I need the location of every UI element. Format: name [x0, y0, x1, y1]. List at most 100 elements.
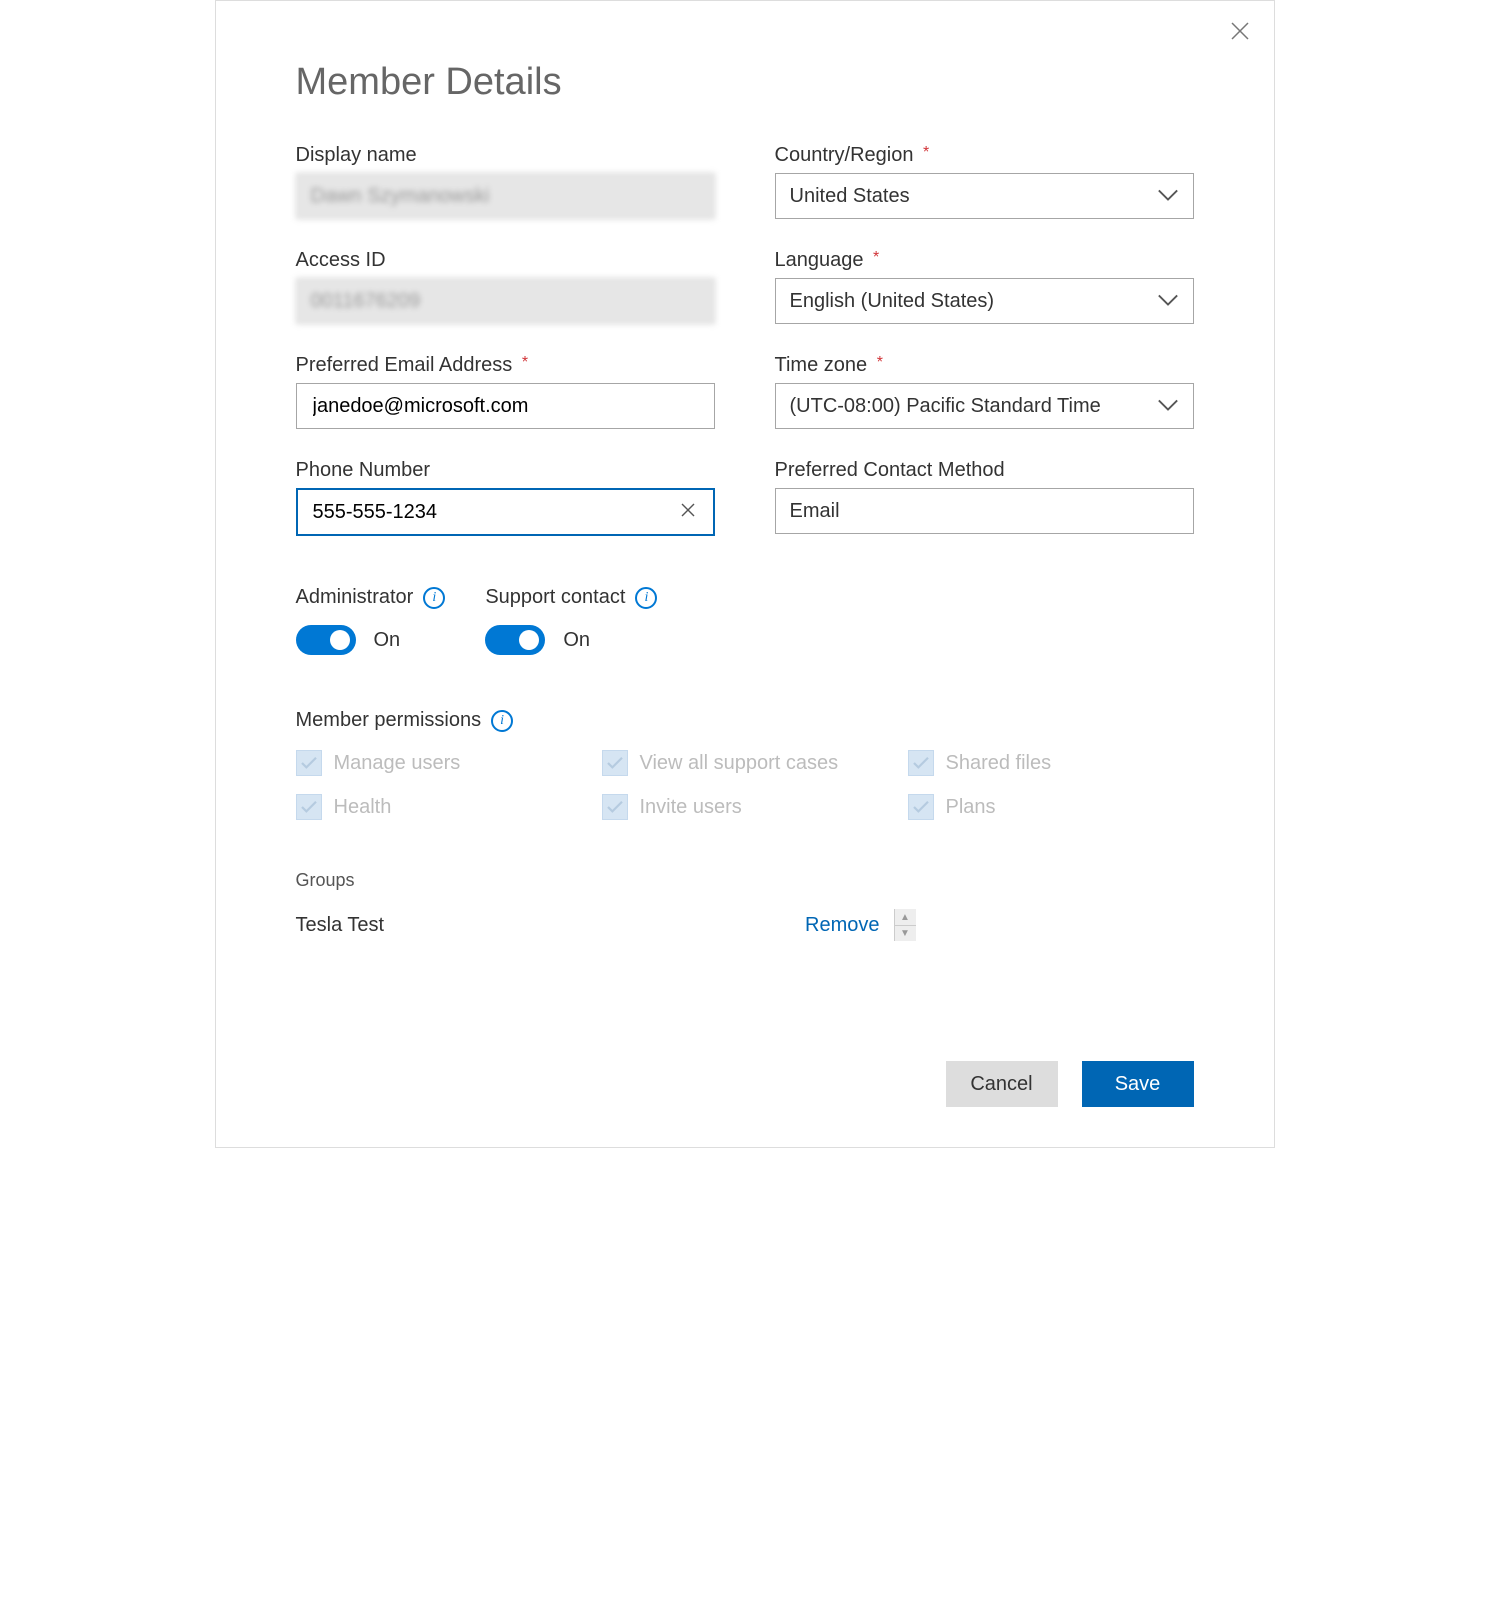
- required-marker: *: [923, 144, 929, 161]
- permission-label: Plans: [946, 796, 996, 819]
- language-label: Language *: [775, 249, 1194, 272]
- permission-item: Shared files: [908, 750, 1194, 776]
- support-contact-toggle-block: Support contact i On: [485, 586, 657, 655]
- timezone-value: (UTC-08:00) Pacific Standard Time: [790, 395, 1101, 418]
- display-name-value: Dawn Szymanowski: [311, 185, 490, 208]
- permission-checkbox: [908, 750, 934, 776]
- chevron-down-icon: [1157, 290, 1179, 313]
- stepper-up[interactable]: ▲: [895, 909, 916, 925]
- contact-method-label: Preferred Contact Method: [775, 459, 1194, 482]
- timezone-label: Time zone *: [775, 354, 1194, 377]
- required-marker: *: [877, 354, 883, 371]
- check-icon: [912, 756, 930, 770]
- phone-label: Phone Number: [296, 459, 715, 482]
- language-value: English (United States): [790, 290, 995, 313]
- field-contact-method: Preferred Contact Method Email: [775, 459, 1194, 536]
- country-select[interactable]: United States: [775, 173, 1194, 219]
- permission-item: Invite users: [602, 794, 888, 820]
- required-marker: *: [522, 354, 528, 371]
- clear-icon: [680, 502, 696, 518]
- permission-label: Invite users: [640, 796, 742, 819]
- info-icon[interactable]: i: [491, 710, 513, 732]
- required-marker: *: [873, 249, 879, 266]
- support-contact-label: Support contact: [485, 586, 625, 609]
- chevron-down-icon: [1157, 395, 1179, 418]
- close-button[interactable]: [1228, 19, 1252, 43]
- contact-method-select[interactable]: Email: [775, 488, 1194, 534]
- save-button[interactable]: Save: [1082, 1061, 1194, 1107]
- support-contact-toggle[interactable]: [485, 625, 545, 655]
- permission-item: View all support cases: [602, 750, 888, 776]
- group-row: Tesla Test Remove ▲▼: [296, 909, 916, 941]
- remove-group-link[interactable]: Remove: [805, 914, 879, 937]
- field-access-id: Access ID 0011676209: [296, 249, 715, 324]
- permission-checkbox: [908, 794, 934, 820]
- country-label-text: Country/Region: [775, 144, 914, 166]
- support-contact-caption: Support contact i: [485, 586, 657, 609]
- check-icon: [606, 800, 624, 814]
- administrator-state: On: [374, 629, 401, 652]
- administrator-toggle[interactable]: [296, 625, 356, 655]
- clear-phone-button[interactable]: [676, 502, 700, 523]
- phone-input-wrapper[interactable]: [296, 488, 715, 536]
- permission-checkbox: [296, 750, 322, 776]
- access-id-label: Access ID: [296, 249, 715, 272]
- stepper-down[interactable]: ▼: [895, 925, 916, 941]
- check-icon: [300, 756, 318, 770]
- administrator-label: Administrator: [296, 586, 414, 609]
- access-id-input: 0011676209: [296, 278, 715, 324]
- dialog-footer: Cancel Save: [296, 1061, 1194, 1107]
- close-icon: [1228, 19, 1252, 43]
- language-select[interactable]: English (United States): [775, 278, 1194, 324]
- permission-label: Manage users: [334, 752, 461, 775]
- access-id-value: 0011676209: [311, 290, 421, 313]
- administrator-caption: Administrator i: [296, 586, 446, 609]
- contact-method-value: Email: [790, 500, 840, 523]
- permissions-grid: Manage users View all support cases Shared…: [296, 750, 1194, 820]
- info-icon[interactable]: i: [423, 587, 445, 609]
- groups-list: Tesla Test Remove ▲▼: [296, 909, 1194, 941]
- field-display-name: Display name Dawn Szymanowski: [296, 144, 715, 219]
- permissions-label-text: Member permissions: [296, 709, 482, 732]
- administrator-toggle-block: Administrator i On: [296, 586, 446, 655]
- field-language: Language * English (United States): [775, 249, 1194, 324]
- email-label: Preferred Email Address *: [296, 354, 715, 377]
- field-phone: Phone Number: [296, 459, 715, 536]
- country-value: United States: [790, 185, 910, 208]
- permission-item: Health: [296, 794, 582, 820]
- permission-checkbox: [602, 750, 628, 776]
- check-icon: [300, 800, 318, 814]
- permission-item: Manage users: [296, 750, 582, 776]
- permission-label: Shared files: [946, 752, 1052, 775]
- page-title: Member Details: [296, 61, 1194, 104]
- member-details-dialog: Member Details Display name Dawn Szymano…: [215, 0, 1275, 1148]
- chevron-down-icon: [1157, 185, 1179, 208]
- permission-item: Plans: [908, 794, 1194, 820]
- email-input-wrapper[interactable]: [296, 383, 715, 429]
- cancel-button[interactable]: Cancel: [946, 1061, 1058, 1107]
- info-icon[interactable]: i: [635, 587, 657, 609]
- display-name-input: Dawn Szymanowski: [296, 173, 715, 219]
- email-input[interactable]: [311, 394, 700, 419]
- language-label-text: Language: [775, 249, 864, 271]
- permission-label: View all support cases: [640, 752, 839, 775]
- field-timezone: Time zone * (UTC-08:00) Pacific Standard…: [775, 354, 1194, 429]
- toggles-row: Administrator i On Support contact i On: [296, 586, 1194, 655]
- form-grid: Display name Dawn Szymanowski Country/Re…: [296, 144, 1194, 536]
- display-name-label: Display name: [296, 144, 715, 167]
- check-icon: [912, 800, 930, 814]
- phone-input[interactable]: [311, 500, 676, 525]
- country-label: Country/Region *: [775, 144, 1194, 167]
- timezone-select[interactable]: (UTC-08:00) Pacific Standard Time: [775, 383, 1194, 429]
- groups-label: Groups: [296, 870, 1194, 891]
- email-label-text: Preferred Email Address: [296, 354, 513, 376]
- permissions-section-label: Member permissions i: [296, 709, 1194, 732]
- field-country: Country/Region * United States: [775, 144, 1194, 219]
- support-contact-state: On: [563, 629, 590, 652]
- permission-checkbox: [602, 794, 628, 820]
- check-icon: [606, 756, 624, 770]
- timezone-label-text: Time zone: [775, 354, 868, 376]
- group-name: Tesla Test: [296, 914, 385, 937]
- stepper: ▲▼: [894, 909, 916, 941]
- permission-label: Health: [334, 796, 392, 819]
